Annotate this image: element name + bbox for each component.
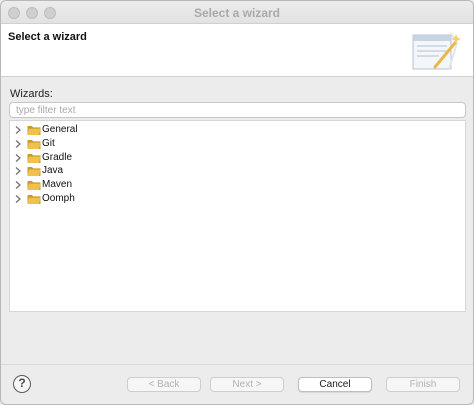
- folder-icon: [27, 153, 41, 163]
- window-title: Select a wizard: [193, 6, 281, 20]
- tree-item-label: Java: [42, 165, 64, 177]
- tree-item-label: Git: [42, 137, 55, 149]
- finish-button[interactable]: Finish: [386, 377, 460, 392]
- tree-item-git[interactable]: Git: [10, 137, 465, 151]
- chevron-right-icon[interactable]: [13, 192, 23, 206]
- wizard-dialog: Select a wizard Select a wizard Wizards:…: [0, 0, 474, 405]
- tree-item-label: General: [42, 124, 78, 135]
- filter-input[interactable]: [9, 102, 466, 118]
- chevron-right-icon[interactable]: [13, 123, 23, 137]
- chevron-right-icon[interactable]: [13, 137, 23, 151]
- folder-icon: [27, 126, 41, 135]
- chevron-right-icon[interactable]: [13, 164, 23, 178]
- folder-icon: [27, 181, 41, 191]
- tree-item-label: Maven: [42, 179, 73, 191]
- banner-title: Select a wizard: [8, 31, 87, 43]
- tree-item-label: Oomph: [42, 193, 75, 204]
- next-button[interactable]: Next >: [210, 377, 284, 392]
- footer-divider: [1, 364, 473, 365]
- chevron-right-icon[interactable]: [13, 151, 23, 165]
- cancel-button[interactable]: Cancel: [298, 377, 372, 392]
- title-bar[interactable]: Select a wizard: [1, 1, 473, 24]
- chevron-right-icon[interactable]: [13, 178, 23, 192]
- folder-icon: [27, 167, 41, 177]
- wizards-label: Wizards:: [10, 88, 53, 100]
- wizard-banner: Select a wizard: [1, 24, 473, 77]
- tree-item-gradle[interactable]: Gradle: [10, 151, 465, 165]
- wizard-banner-icon: [412, 32, 461, 70]
- back-button[interactable]: < Back: [127, 377, 201, 392]
- tree-item-maven[interactable]: Maven: [10, 178, 465, 192]
- tree-item-java[interactable]: Java: [10, 164, 465, 178]
- folder-icon: [27, 195, 41, 204]
- wizard-tree[interactable]: General Git Gradle Java Maven Oomph: [9, 120, 466, 312]
- help-icon[interactable]: ?: [13, 375, 31, 393]
- tree-item-oomph[interactable]: Oomph: [10, 192, 465, 206]
- tree-item-general[interactable]: General: [10, 123, 465, 137]
- tree-item-label: Gradle: [42, 151, 73, 163]
- folder-icon: [27, 139, 41, 149]
